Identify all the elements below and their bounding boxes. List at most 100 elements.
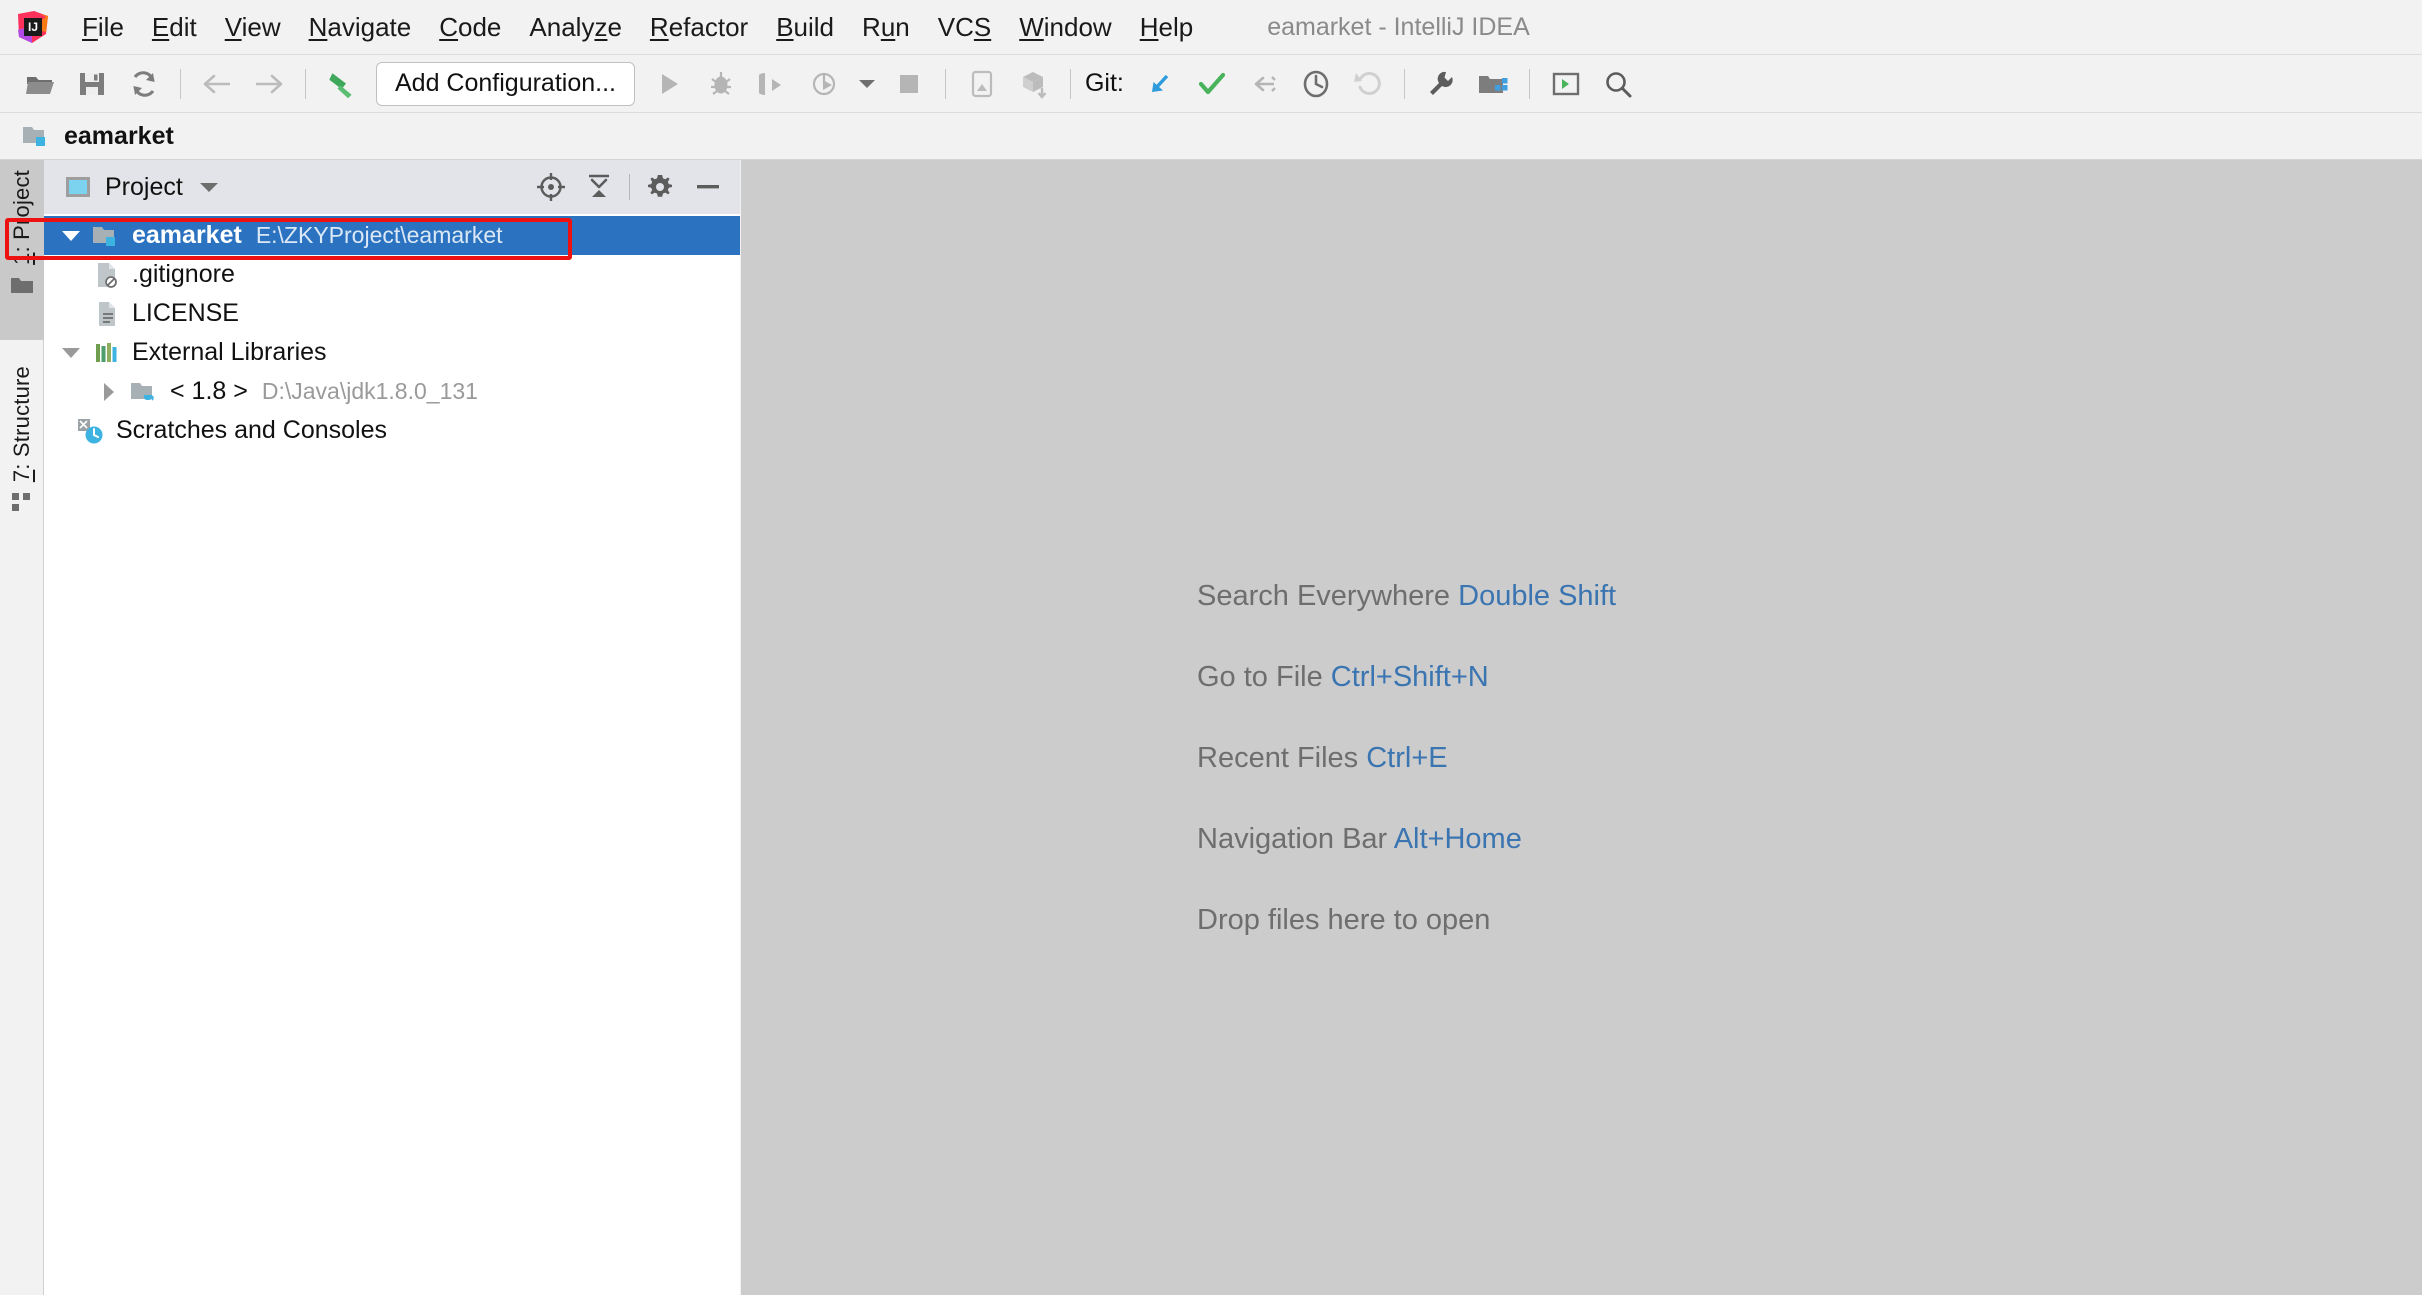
toolbar-separator xyxy=(1529,69,1530,99)
avd-manager-icon[interactable] xyxy=(959,62,1005,106)
twisty-expanded-icon[interactable] xyxy=(52,346,90,360)
tree-node-label: eamarket xyxy=(132,221,242,250)
twisty-collapsed-icon[interactable] xyxy=(90,382,128,402)
sidebar-item-project[interactable]: 1: Project xyxy=(0,160,44,340)
tree-node-label: Scratches and Consoles xyxy=(116,416,387,445)
hint-label: Navigation Bar xyxy=(1197,823,1387,855)
navigate-forward-icon[interactable] xyxy=(246,62,292,106)
scratches-icon xyxy=(74,417,108,445)
vcs-update-icon[interactable] xyxy=(1137,62,1183,106)
menu-item-edit[interactable]: Edit xyxy=(138,14,211,40)
hint-search-everywhere: Search Everywhere Double Shift xyxy=(1197,580,1616,613)
tree-node-path: D:\Java\jdk1.8.0_131 xyxy=(262,378,478,405)
search-icon[interactable] xyxy=(1595,62,1641,106)
scroll-from-source-icon[interactable] xyxy=(527,165,575,209)
toolbar-separator xyxy=(1404,69,1405,99)
vcs-push-icon[interactable] xyxy=(1241,62,1287,106)
twisty-expanded-icon[interactable] xyxy=(52,229,90,243)
menu-item-refactor[interactable]: Refactor xyxy=(636,14,762,40)
tree-node-path: E:\ZKYProject\eamarket xyxy=(256,222,503,249)
tree-node-scratches[interactable]: Scratches and Consoles xyxy=(44,411,740,450)
tree-node-label: External Libraries xyxy=(132,338,327,367)
tree-node-label: LICENSE xyxy=(132,299,239,328)
save-all-icon[interactable] xyxy=(69,62,115,106)
vcs-rollback-icon[interactable] xyxy=(1345,62,1391,106)
menu-item-code[interactable]: Code xyxy=(425,14,515,40)
tree-node-label: < 1.8 > xyxy=(170,377,248,406)
left-tool-strip: 1: Project 7: Structure xyxy=(0,160,44,1295)
sdk-manager-icon[interactable] xyxy=(1011,62,1057,106)
run-configuration-selector[interactable]: Add Configuration... xyxy=(376,62,635,106)
gitignore-file-icon xyxy=(90,261,124,289)
structure-icon xyxy=(11,491,33,513)
debug-icon[interactable] xyxy=(698,62,744,106)
menu-item-vcs[interactable]: VCS xyxy=(924,14,1005,40)
tree-node-gitignore[interactable]: .gitignore xyxy=(44,255,740,294)
editor-empty-area[interactable]: Search Everywhere Double Shift Go to Fil… xyxy=(741,160,2422,1295)
profiler-icon[interactable] xyxy=(802,62,848,106)
navigation-bar: eamarket xyxy=(0,113,2422,160)
project-view-icon xyxy=(64,174,92,200)
module-folder-icon xyxy=(90,223,124,249)
toolbar-separator xyxy=(180,69,181,99)
hint-label: Search Everywhere xyxy=(1197,580,1450,612)
tree-node-license[interactable]: LICENSE xyxy=(44,294,740,333)
menu-bar: IJ File Edit View Navigate Code Analyze … xyxy=(0,0,2422,55)
hint-navigation-bar: Navigation Bar Alt+Home xyxy=(1197,823,1616,856)
toolbar-separator xyxy=(629,174,630,200)
intellij-idea-window: IJ File Edit View Navigate Code Analyze … xyxy=(0,0,2422,1295)
project-structure-icon[interactable] xyxy=(1470,62,1516,106)
sidebar-item-structure[interactable]: 7: Structure xyxy=(0,356,44,556)
svg-text:IJ: IJ xyxy=(28,20,38,34)
hint-label: Drop files here to open xyxy=(1197,904,1490,936)
tree-node-jdk[interactable]: < 1.8 > D:\Java\jdk1.8.0_131 xyxy=(44,372,740,411)
project-tool-window: Project xyxy=(44,160,740,1295)
hint-drop-files: Drop files here to open xyxy=(1197,904,1616,937)
run-with-coverage-icon[interactable] xyxy=(750,62,796,106)
hint-shortcut: Double Shift xyxy=(1458,580,1616,612)
breadcrumb[interactable]: eamarket xyxy=(22,122,174,151)
hint-label: Go to File xyxy=(1197,661,1323,693)
vcs-history-icon[interactable] xyxy=(1293,62,1339,106)
main-toolbar: Add Configuration... xyxy=(0,55,2422,113)
chevron-down-icon[interactable] xyxy=(199,181,219,193)
hint-go-to-file: Go to File Ctrl+Shift+N xyxy=(1197,661,1616,694)
hint-label: Recent Files xyxy=(1197,742,1358,774)
intellij-idea-logo-icon: IJ xyxy=(16,10,50,44)
menu-item-analyze[interactable]: Analyze xyxy=(515,14,636,40)
tree-node-external-libraries[interactable]: External Libraries xyxy=(44,333,740,372)
toolbar-separator xyxy=(945,69,946,99)
project-folder-icon xyxy=(10,274,34,296)
external-libraries-icon xyxy=(90,340,124,366)
menu-item-help[interactable]: Help xyxy=(1126,14,1207,40)
sidebar-item-project-label: 1: Project xyxy=(9,170,35,265)
project-view-selector[interactable]: Project xyxy=(64,173,219,202)
menu-item-window[interactable]: Window xyxy=(1005,14,1125,40)
menu-item-navigate[interactable]: Navigate xyxy=(295,14,426,40)
project-tree: eamarket E:\ZKYProject\eamarket .gitigno… xyxy=(44,214,740,1295)
stop-icon[interactable] xyxy=(886,62,932,106)
tree-node-label: .gitignore xyxy=(132,260,235,289)
hint-shortcut: Ctrl+E xyxy=(1366,742,1447,774)
hide-panel-icon[interactable] xyxy=(684,165,732,209)
terminal-icon[interactable] xyxy=(1543,62,1589,106)
sync-refresh-icon[interactable] xyxy=(121,62,167,106)
chevron-down-icon[interactable] xyxy=(854,62,880,106)
menu-item-view[interactable]: View xyxy=(211,14,295,40)
collapse-all-icon[interactable] xyxy=(575,165,623,209)
open-folder-icon[interactable] xyxy=(17,62,63,106)
project-panel-toolbar xyxy=(527,160,732,214)
menu-item-build[interactable]: Build xyxy=(762,14,848,40)
vcs-commit-icon[interactable] xyxy=(1189,62,1235,106)
settings-wrench-icon[interactable] xyxy=(1418,62,1464,106)
menu-item-file[interactable]: File xyxy=(68,14,138,40)
tree-node-eamarket[interactable]: eamarket E:\ZKYProject\eamarket xyxy=(44,216,740,255)
run-icon[interactable] xyxy=(646,62,692,106)
sidebar-item-structure-label: 7: Structure xyxy=(9,366,35,482)
navigate-back-icon[interactable] xyxy=(194,62,240,106)
menu-item-run[interactable]: Run xyxy=(848,14,924,40)
build-hammer-icon[interactable] xyxy=(319,62,365,106)
gear-icon[interactable] xyxy=(636,165,684,209)
project-panel-header: Project xyxy=(44,160,740,214)
project-panel-title: Project xyxy=(105,173,183,202)
